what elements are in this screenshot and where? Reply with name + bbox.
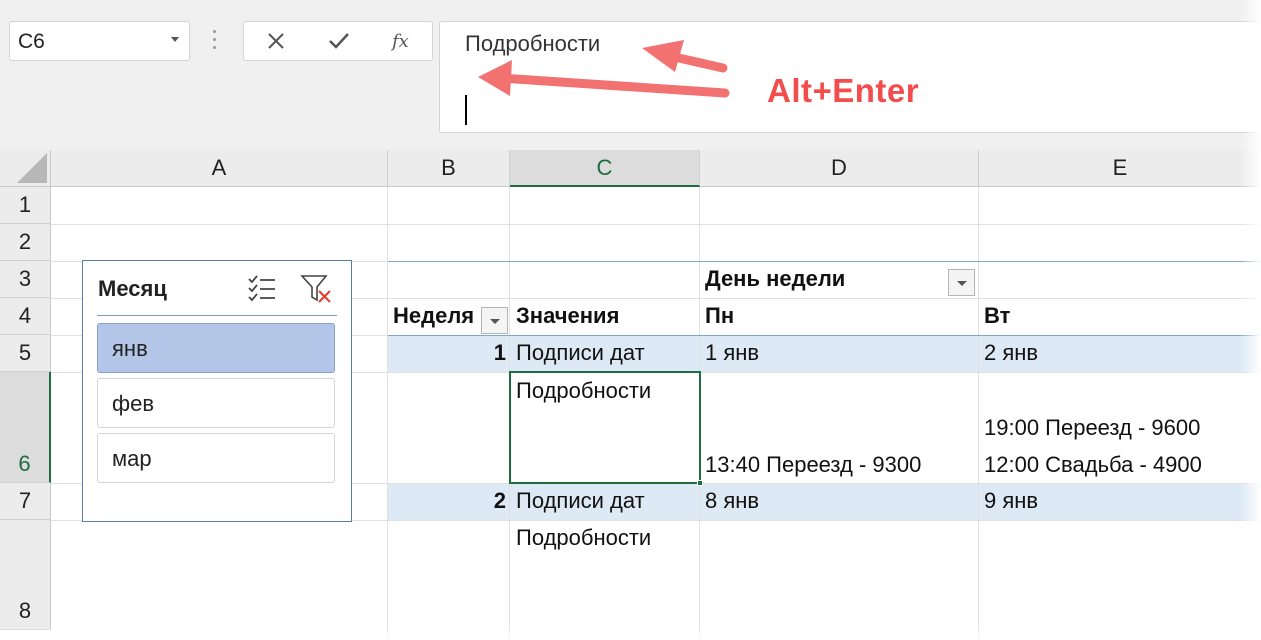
details-cell: 12:00 Свадьба - 4900	[984, 452, 1202, 477]
column-header-a[interactable]: A	[51, 150, 388, 187]
date-cell: 9 янв	[984, 488, 1039, 513]
multi-select-icon[interactable]	[247, 273, 277, 303]
day-header-tue: Вт	[984, 303, 1011, 328]
row-header-4[interactable]: 4	[0, 298, 51, 335]
row-header-6[interactable]: 6	[0, 372, 51, 483]
date-cell: 8 янв	[705, 488, 760, 513]
enter-button[interactable]	[309, 22, 369, 60]
fx-icon: fx	[390, 31, 409, 52]
text-cursor	[465, 95, 467, 125]
name-box-value: C6	[18, 30, 45, 53]
pivot-column-field: День недели	[705, 266, 846, 291]
row-header-5[interactable]: 5	[0, 335, 51, 372]
date-cell: 2 янв	[984, 340, 1039, 365]
pivot-border	[388, 335, 1261, 336]
gridline	[51, 224, 1261, 225]
annotation-label: Alt+Enter	[767, 72, 920, 109]
spreadsheet-grid: A B C D E 1 2 3 4 5 6 7 8 День недели Не…	[0, 150, 1261, 640]
select-all-icon	[17, 153, 47, 183]
gridline	[387, 187, 388, 640]
row-header-7[interactable]: 7	[0, 483, 51, 520]
slicer-title: Месяц	[98, 276, 167, 301]
day-header-mon: Пн	[705, 303, 735, 328]
values-label-dates: Подписи дат	[516, 340, 645, 365]
svg-text:fx: fx	[390, 31, 409, 52]
pivot-values-label: Значения	[516, 303, 620, 328]
fill-handle[interactable]	[697, 480, 703, 486]
slicer-divider	[97, 315, 337, 316]
drag-handle-icon[interactable]	[213, 30, 216, 52]
insert-function-button[interactable]: fx	[371, 22, 431, 60]
edge-fade	[1240, 0, 1261, 640]
values-label-dates: Подписи дат	[516, 488, 645, 513]
annotation-arrows	[478, 40, 730, 98]
column-filter-dropdown[interactable]	[948, 269, 975, 296]
details-cell: 13:40 Переезд - 9300	[705, 452, 922, 477]
name-box[interactable]: C6	[9, 21, 190, 61]
formula-area: C6 fx Подробности Alt+Enter	[0, 0, 1261, 150]
row-header-2[interactable]: 2	[0, 224, 51, 261]
month-slicer[interactable]: Месяц янв фев мар	[82, 260, 352, 522]
active-cell[interactable]	[509, 371, 703, 486]
slicer-item-feb[interactable]: фев	[97, 378, 335, 428]
values-label-details: Подробности	[516, 525, 652, 550]
close-icon	[268, 33, 284, 49]
details-cell: 19:00 Переезд - 9600	[984, 415, 1201, 440]
row-filter-dropdown[interactable]	[481, 307, 508, 334]
slicer-item-jan[interactable]: янв	[97, 323, 335, 373]
chevron-down-icon[interactable]	[171, 37, 179, 42]
row-header-1[interactable]: 1	[0, 187, 51, 224]
pivot-row-field: Неделя	[393, 303, 475, 328]
select-all-button[interactable]	[0, 150, 51, 187]
clear-filter-icon[interactable]	[300, 273, 334, 305]
column-header-d[interactable]: D	[700, 150, 979, 187]
date-cell: 1 янв	[705, 340, 760, 365]
slicer-item-mar[interactable]: мар	[97, 433, 335, 483]
week-number: 1	[493, 340, 506, 365]
column-header-b[interactable]: B	[388, 150, 510, 187]
column-header-c[interactable]: C	[510, 150, 700, 187]
cancel-button[interactable]	[246, 22, 306, 60]
row-header-8[interactable]: 8	[0, 520, 51, 630]
week-number: 2	[493, 488, 506, 513]
checkmark-icon	[329, 33, 349, 49]
pivot-border	[388, 261, 1261, 262]
edge-fade	[0, 626, 1261, 640]
row-header-3[interactable]: 3	[0, 261, 51, 298]
column-header-e[interactable]: E	[979, 150, 1261, 187]
formula-buttons: fx	[243, 21, 433, 61]
gridline	[978, 187, 979, 640]
